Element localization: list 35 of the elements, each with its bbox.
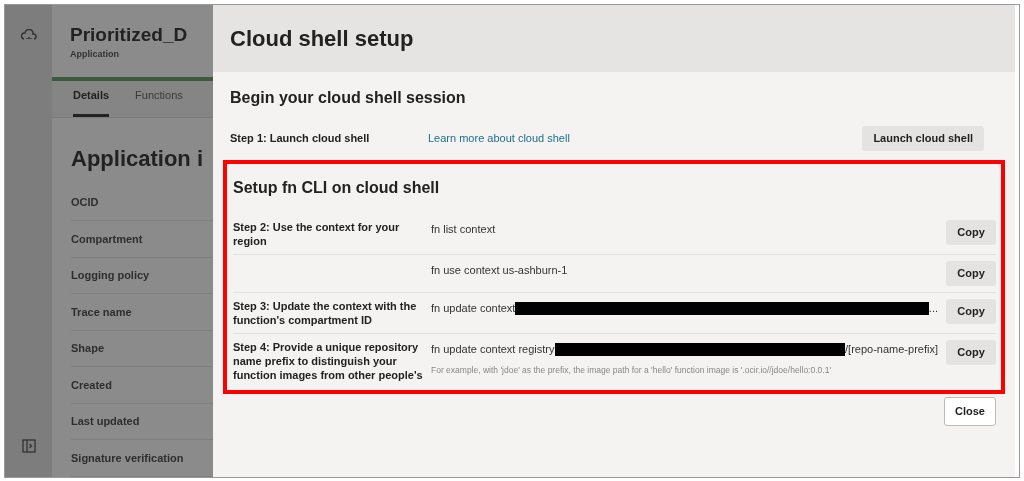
field-label: Last updated bbox=[71, 414, 140, 430]
command-text: fn update context bbox=[431, 301, 516, 316]
cloud-icon bbox=[20, 29, 37, 41]
launch-button[interactable]: Launch cloud shell bbox=[862, 126, 984, 151]
copy-button[interactable]: Copy bbox=[946, 299, 996, 324]
step-label: Step 4: Provide a unique repository name prefix to distinguish your function images from other people's bbox=[233, 340, 423, 382]
command-text: fn list context bbox=[431, 222, 496, 237]
section-heading: Setup fn CLI on cloud shell bbox=[233, 178, 441, 198]
copy-button[interactable]: Copy bbox=[946, 340, 996, 365]
copy-button[interactable]: Copy bbox=[946, 220, 996, 245]
command-text: /[repo-name-prefix] bbox=[845, 342, 938, 357]
learn-more-link[interactable]: Learn more about cloud shell bbox=[428, 130, 570, 147]
command-text: fn use context us-ashburn-1 bbox=[431, 263, 568, 278]
command-text: ... bbox=[928, 301, 938, 316]
section-heading: Begin your cloud shell session bbox=[230, 88, 467, 108]
tab[interactable]: Details bbox=[73, 87, 110, 117]
field-label: OCID bbox=[71, 195, 99, 211]
page-title: Prioritized_D bbox=[70, 25, 189, 44]
close-button[interactable]: Close bbox=[944, 397, 996, 426]
hint-text: For example, with 'jdoe' as the prefix, the image path for a 'hello' function image is '.ocir.io//jdoe/hello:0.0.1' bbox=[431, 363, 832, 377]
field-label: Compartment bbox=[71, 231, 143, 247]
section-title: Application i bbox=[70, 144, 204, 173]
panel-toggle-icon[interactable] bbox=[21, 439, 36, 453]
field-label: Logging policy bbox=[71, 268, 150, 284]
field-label: Trace name bbox=[71, 304, 132, 320]
copy-button[interactable]: Copy bbox=[946, 261, 996, 286]
field-label: Created bbox=[71, 377, 112, 393]
step-label: Step 3: Update the context with the function's compartment ID bbox=[233, 299, 418, 327]
page-subtitle: Application bbox=[70, 48, 120, 61]
field-label: Shape bbox=[71, 341, 104, 357]
step-label: Step 1: Launch cloud shell bbox=[230, 131, 371, 147]
field-label: Signature verification bbox=[71, 451, 184, 466]
step-label: Step 2: Use the context for your region bbox=[233, 220, 401, 248]
dialog-title: Cloud shell setup bbox=[230, 25, 414, 53]
command-text: fn update context registry bbox=[431, 342, 555, 357]
